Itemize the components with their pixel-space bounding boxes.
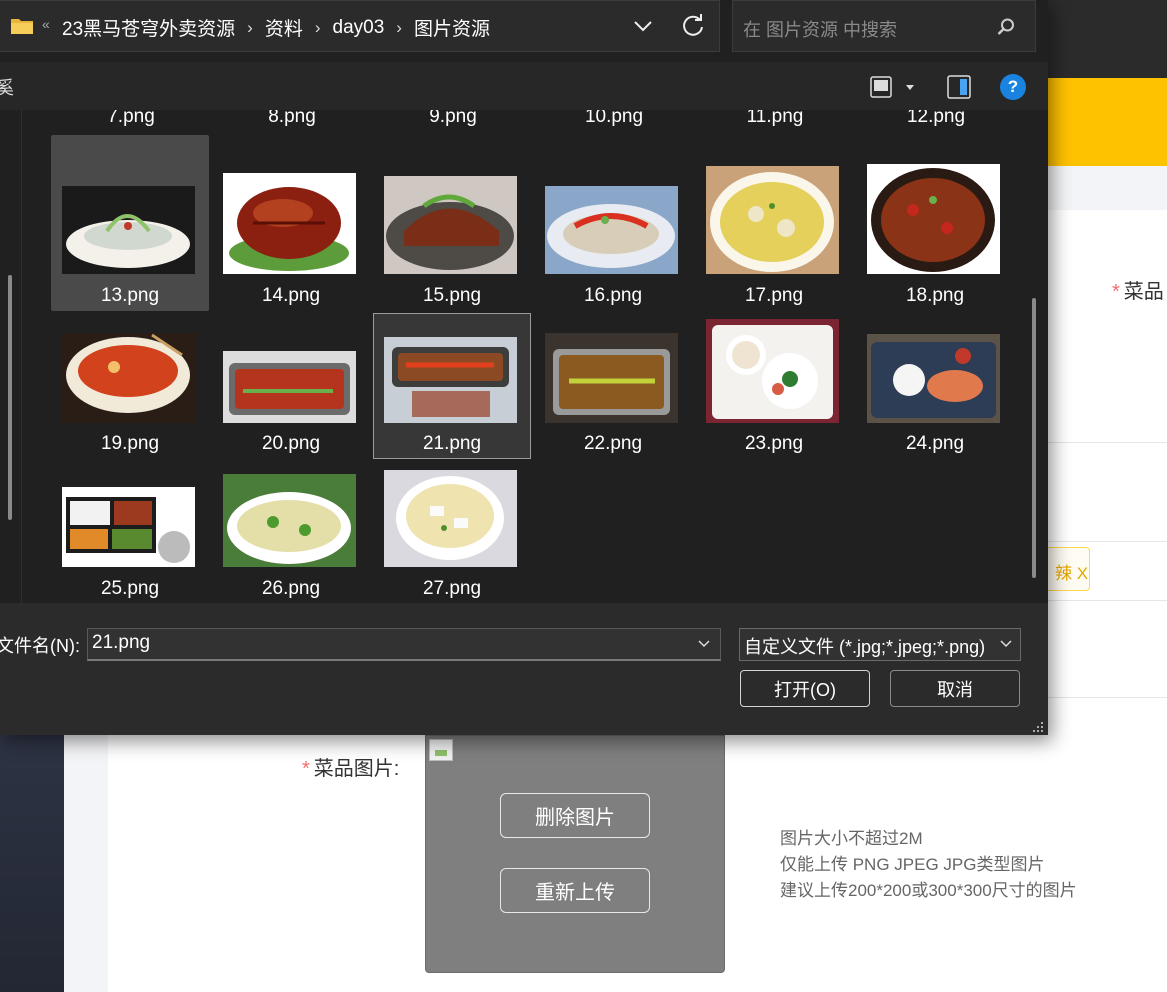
breadcrumb-overflow[interactable]: «	[42, 16, 50, 32]
help-icon[interactable]: ?	[1000, 74, 1026, 100]
dish-thumbnail	[223, 173, 356, 274]
file-item[interactable]: 18.png	[856, 135, 1014, 311]
file-item[interactable]: 27.png	[373, 463, 531, 603]
dish-thumbnail	[62, 333, 195, 423]
file-item[interactable]: 13.png	[51, 135, 209, 311]
image-upload-area[interactable]: 删除图片 重新上传	[425, 735, 725, 973]
hint-line: 建议上传200*200或300*300尺寸的图片	[780, 881, 1077, 900]
cancel-button[interactable]: 取消	[890, 670, 1020, 707]
dish-image-label: * 菜品图片:	[302, 758, 400, 780]
breadcrumb-item[interactable]: 图片资源	[414, 14, 490, 41]
dish-thumbnail	[706, 166, 839, 274]
breadcrumb-item[interactable]: 23黑马苍穹外卖资源	[62, 14, 235, 41]
dish-thumbnail	[545, 333, 678, 423]
search-input[interactable]: 在 图片资源 中搜索	[732, 0, 1036, 52]
file-item[interactable]: 12.png	[857, 110, 1015, 130]
reupload-button[interactable]: 重新上传	[500, 868, 650, 913]
file-item[interactable]: 23.png	[695, 313, 853, 459]
dish-thumbnail	[223, 351, 356, 423]
browser-strip	[1045, 0, 1167, 78]
file-type-select[interactable]: 自定义文件 (*.jpg;*.jpeg;*.png)	[739, 628, 1021, 661]
file-item[interactable]: 17.png	[695, 135, 853, 311]
delete-image-button[interactable]: 删除图片	[500, 793, 650, 838]
file-item[interactable]: 26.png	[212, 463, 370, 603]
chevron-down-icon[interactable]	[999, 637, 1013, 651]
file-grid: 7.png 8.png 9.png 10.png 11.png 12.png 1…	[26, 110, 1042, 603]
form-divider	[1045, 600, 1167, 601]
file-item[interactable]: 8.png	[213, 110, 371, 130]
dish-thumbnail	[545, 186, 678, 274]
folder-icon	[11, 19, 33, 34]
file-open-dialog: « 23黑马苍穹外卖资源 › 资料 › day03 › 图片资源 在 图片资源 …	[0, 0, 1048, 735]
dialog-footer: 文件名(N): 21.png 自定义文件 (*.jpg;*.jpeg;*.png…	[0, 603, 1048, 735]
resize-grip-icon[interactable]	[1032, 721, 1044, 733]
broken-image-icon	[429, 739, 453, 761]
form-divider	[1045, 697, 1167, 698]
form-divider	[1045, 442, 1167, 443]
dish-thumbnail	[384, 337, 517, 423]
file-item[interactable]: 10.png	[535, 110, 693, 130]
file-grid-scrollbar[interactable]	[1032, 298, 1036, 578]
file-item[interactable]: 24.png	[856, 313, 1014, 459]
file-item[interactable]: 20.png	[212, 313, 370, 459]
file-item[interactable]: 11.png	[696, 110, 854, 130]
view-options-icon[interactable]	[869, 74, 919, 100]
filename-label: 文件名(N):	[0, 636, 80, 656]
header-bar	[1045, 78, 1167, 166]
dish-thumbnail	[384, 470, 517, 567]
dish-thumbnail	[384, 176, 517, 274]
file-item[interactable]: 16.png	[534, 135, 692, 311]
dish-label: * 菜品	[1112, 281, 1164, 303]
dish-thumbnail	[706, 319, 839, 423]
dish-thumbnail	[867, 334, 1000, 423]
search-placeholder: 在 图片资源 中搜索	[743, 20, 898, 40]
filename-input[interactable]: 21.png	[87, 628, 721, 661]
dialog-toolbar: 奚 ?	[0, 62, 1048, 110]
file-item[interactable]: 21.png	[373, 313, 531, 459]
navigation-pane[interactable]	[0, 110, 22, 603]
chevron-down-icon[interactable]	[628, 11, 658, 41]
upload-hints: 图片大小不超过2M 仅能上传 PNG JPEG JPG类型图片 建议上传200*…	[780, 826, 1077, 904]
dish-thumbnail	[223, 474, 356, 567]
dish-thumbnail	[62, 186, 195, 274]
file-item[interactable]: 14.png	[212, 135, 370, 311]
dish-thumbnail	[867, 164, 1000, 274]
breadcrumb-band	[1045, 166, 1167, 210]
dish-thumbnail	[62, 487, 195, 567]
breadcrumb-item[interactable]: day03	[333, 17, 385, 39]
chevron-right-icon[interactable]: ›	[315, 18, 321, 38]
file-item[interactable]: 9.png	[374, 110, 532, 130]
preview-pane-icon[interactable]	[946, 74, 972, 100]
form-divider	[1045, 541, 1167, 542]
toolbar-cut-label[interactable]: 奚	[0, 74, 14, 100]
hint-line: 仅能上传 PNG JPEG JPG类型图片	[780, 855, 1045, 874]
breadcrumb-item[interactable]: 资料	[265, 14, 303, 41]
file-item[interactable]: 25.png	[51, 463, 209, 603]
breadcrumb: 23黑马苍穹外卖资源 › 资料 › day03 › 图片资源	[62, 14, 490, 41]
chevron-right-icon[interactable]: ›	[247, 18, 253, 38]
open-button[interactable]: 打开(O)	[740, 670, 870, 707]
navigation-scrollbar[interactable]	[8, 275, 12, 520]
file-item[interactable]: 7.png	[52, 110, 210, 130]
chevron-right-icon[interactable]: ›	[396, 18, 402, 38]
address-bar[interactable]: « 23黑马苍穹外卖资源 › 资料 › day03 › 图片资源	[0, 0, 720, 52]
file-item[interactable]: 19.png	[51, 313, 209, 459]
search-icon[interactable]	[995, 16, 1017, 38]
chevron-down-icon[interactable]	[697, 637, 711, 651]
file-item[interactable]: 15.png	[373, 135, 531, 311]
address-row: « 23黑马苍穹外卖资源 › 资料 › day03 › 图片资源 在 图片资源 …	[0, 0, 1048, 62]
hint-line: 图片大小不超过2M	[780, 829, 923, 848]
refresh-icon[interactable]	[678, 11, 708, 41]
file-item[interactable]: 22.png	[534, 313, 692, 459]
app-sidebar	[0, 735, 64, 992]
